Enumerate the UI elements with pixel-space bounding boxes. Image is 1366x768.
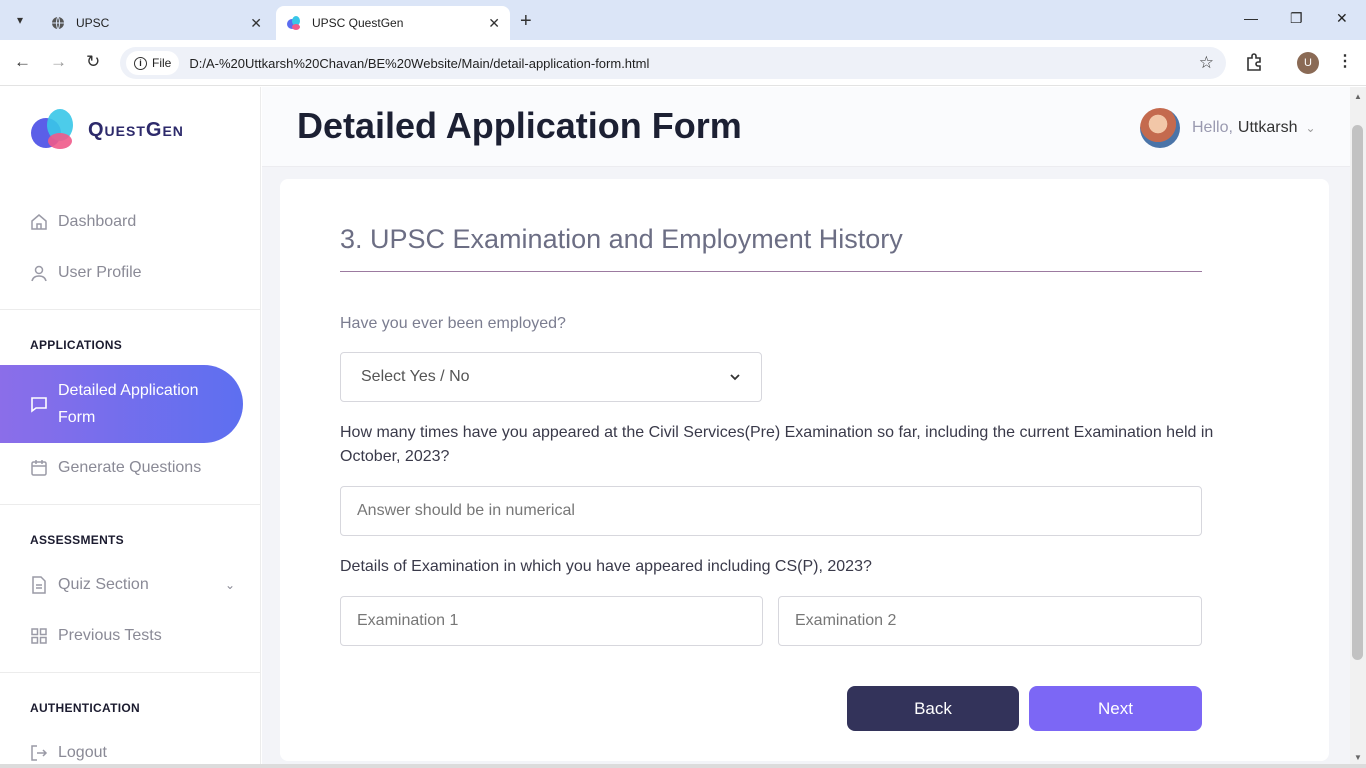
logout-icon — [31, 745, 48, 761]
reload-icon[interactable]: ↻ — [86, 52, 100, 72]
address-bar[interactable]: i File D:/A-%20Uttkarsh%20Chavan/BE%20We… — [120, 47, 1226, 79]
tab-search-chevron-icon[interactable]: ▾ — [8, 8, 32, 32]
sidebar-item-label: Detailed Application Form — [58, 377, 199, 431]
chevron-down-icon: ⌄ — [224, 578, 235, 592]
close-tab-icon[interactable]: ✕ — [250, 15, 262, 32]
sidebar-divider — [0, 309, 261, 310]
scroll-up-icon[interactable]: ▲ — [1354, 92, 1362, 101]
minimize-icon[interactable]: — — [1244, 10, 1258, 26]
close-tab-icon[interactable]: ✕ — [488, 15, 500, 32]
next-button[interactable]: Next — [1029, 686, 1202, 731]
employed-select[interactable]: Select Yes / No — [340, 352, 762, 402]
forward-arrow-icon[interactable]: → — [50, 52, 67, 72]
chevron-down-icon: ⌄ — [1305, 121, 1316, 135]
user-icon — [31, 265, 47, 282]
user-menu[interactable]: Hello, Uttkarsh ⌄ — [1140, 108, 1316, 148]
sidebar-divider — [0, 672, 261, 673]
document-icon — [32, 576, 46, 594]
employed-select-value: Select Yes / No — [361, 368, 470, 385]
browser-tab-upsc[interactable]: UPSC ✕ — [40, 6, 272, 40]
vertical-scrollbar[interactable]: ▲ ▼ — [1350, 87, 1366, 768]
close-window-icon[interactable]: ✕ — [1336, 10, 1348, 27]
attempts-question: How many times have you appeared at the … — [340, 424, 1214, 465]
sidebar-item-label: Dashboard — [58, 213, 137, 230]
bookmark-star-icon[interactable]: ☆ — [1199, 53, 1214, 73]
site-info-chip[interactable]: i File — [126, 51, 180, 75]
sidebar-item-dashboard[interactable]: Dashboard — [30, 213, 136, 231]
new-tab-icon[interactable]: + — [520, 10, 532, 33]
sidebar-item-label: Quiz Section — [58, 576, 149, 593]
url-text[interactable]: D:/A-%20Uttkarsh%20Chavan/BE%20Website/M… — [189, 56, 649, 71]
sidebar-divider — [0, 504, 261, 505]
scrollbar-thumb[interactable] — [1352, 125, 1363, 660]
back-arrow-icon[interactable]: ← — [14, 52, 31, 72]
attempts-input[interactable]: Answer should be in numerical — [340, 486, 1202, 536]
exam-details-question: Details of Examination in which you have… — [340, 558, 872, 575]
sidebar: QuestGen Dashboard User Profile APPLICAT… — [0, 87, 261, 768]
sidebar-item-quiz-section[interactable]: Quiz Section ⌄ — [30, 576, 235, 594]
hello-text: Hello, — [1192, 119, 1233, 136]
browser-tab-questgen[interactable]: UPSC QuestGen ✕ — [276, 6, 510, 40]
active-label-line2: Form — [58, 409, 96, 426]
globe-icon — [50, 15, 66, 31]
sidebar-item-user-profile[interactable]: User Profile — [30, 264, 142, 282]
message-icon — [31, 397, 47, 413]
site-info-label: File — [152, 56, 172, 70]
user-avatar — [1140, 108, 1180, 148]
sidebar-item-label: Generate Questions — [58, 459, 202, 476]
logo-icon — [31, 109, 73, 149]
examination-1-input[interactable]: Examination 1 — [340, 596, 763, 646]
main-content: Detailed Application Form Hello, Uttkars… — [262, 87, 1350, 768]
tab-title: UPSC QuestGen — [312, 16, 404, 30]
user-name: Uttkarsh — [1237, 119, 1298, 136]
back-button[interactable]: Back — [847, 686, 1019, 731]
questgen-favicon — [286, 15, 302, 31]
chevron-down-icon — [730, 374, 740, 381]
sidebar-item-detailed-application-form[interactable]: Detailed Application Form — [0, 365, 243, 443]
sidebar-item-label: Logout — [58, 744, 107, 761]
grid-icon — [31, 628, 47, 644]
sidebar-heading-authentication: AUTHENTICATION — [30, 701, 140, 715]
profile-avatar[interactable]: U — [1297, 52, 1319, 74]
sidebar-item-generate-questions[interactable]: Generate Questions — [30, 459, 201, 477]
scroll-down-icon[interactable]: ▼ — [1354, 753, 1362, 762]
calendar-icon — [31, 460, 47, 476]
sidebar-item-previous-tests[interactable]: Previous Tests — [30, 627, 162, 645]
browser-tabbar: ▾ UPSC ✕ UPSC QuestGen ✕ + — ❐ ✕ — [0, 0, 1366, 40]
sidebar-item-label: Previous Tests — [58, 627, 162, 644]
form-card: 3. UPSC Examination and Employment Histo… — [280, 179, 1329, 761]
sidebar-heading-assessments: ASSESSMENTS — [30, 533, 124, 547]
section-divider — [340, 271, 1202, 272]
home-icon — [31, 214, 47, 230]
sidebar-heading-applications: APPLICATIONS — [30, 338, 123, 352]
restore-icon[interactable]: ❐ — [1290, 10, 1303, 27]
sidebar-item-logout[interactable]: Logout — [30, 744, 107, 762]
browser-toolbar: ← → ↻ i File D:/A-%20Uttkarsh%20Chavan/B… — [0, 40, 1366, 86]
employed-question: Have you ever been employed? — [340, 315, 566, 332]
browser-menu-icon[interactable]: ⋮ — [1337, 51, 1353, 71]
page-header: Detailed Application Form Hello, Uttkars… — [262, 87, 1350, 167]
sidebar-item-label: User Profile — [58, 264, 142, 281]
questgen-logo[interactable]: QuestGen — [30, 109, 184, 151]
info-icon: i — [134, 56, 147, 70]
extensions-icon[interactable] — [1244, 52, 1264, 77]
section-title: 3. UPSC Examination and Employment Histo… — [340, 224, 903, 254]
page-title: Detailed Application Form — [297, 105, 742, 146]
active-label-line1: Detailed Application — [58, 382, 199, 399]
logo-text: QuestGen — [88, 118, 184, 141]
examination-2-input[interactable]: Examination 2 — [778, 596, 1202, 646]
horizontal-scrollbar[interactable] — [0, 764, 1366, 768]
tab-title: UPSC — [76, 16, 110, 30]
